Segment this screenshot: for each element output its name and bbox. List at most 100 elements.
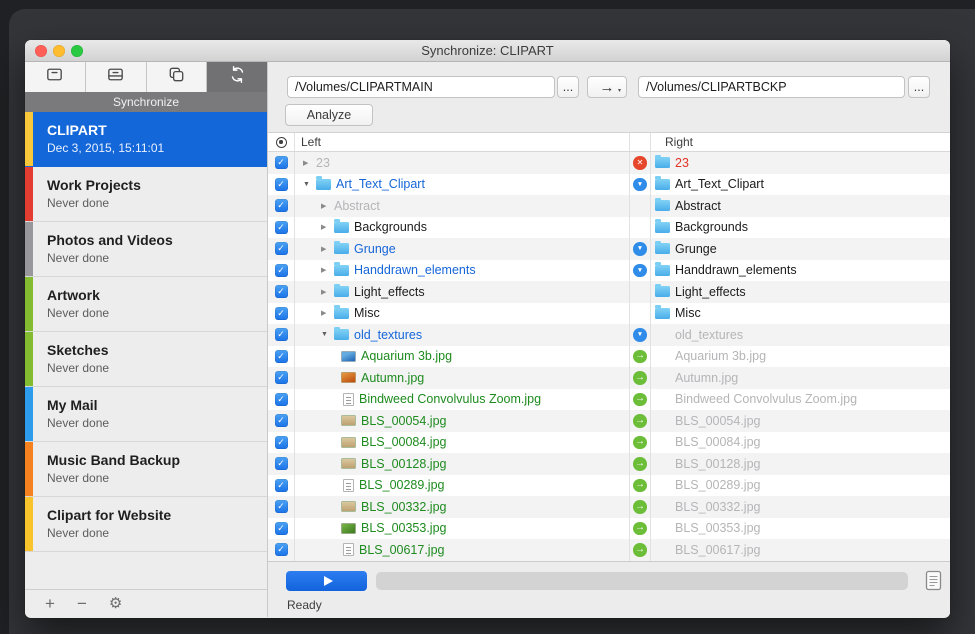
file-row[interactable]: ✓▶AbstractAbstract xyxy=(268,195,950,217)
file-row[interactable]: ✓▼Art_Text_Clipart▼Art_Text_Clipart xyxy=(268,174,950,196)
sync-action-delete-icon[interactable]: ✕ xyxy=(633,156,647,170)
select-all-icon[interactable] xyxy=(276,137,287,148)
disclosure-triangle-icon[interactable]: ▶ xyxy=(321,202,334,210)
disclosure-triangle-icon[interactable]: ▶ xyxy=(321,266,334,274)
file-row[interactable]: ✓▶BackgroundsBackgrounds xyxy=(268,217,950,239)
row-checkbox[interactable]: ✓ xyxy=(275,199,288,212)
sync-action-copy-icon[interactable]: → xyxy=(633,393,647,407)
row-checkbox[interactable]: ✓ xyxy=(275,500,288,513)
row-checkbox[interactable]: ✓ xyxy=(275,522,288,535)
folder-icon xyxy=(334,243,349,254)
path-toolbar: ... → ▾ ... Analyze xyxy=(268,62,950,133)
task-status: Never done xyxy=(47,251,173,265)
mode-tab-synchronize[interactable] xyxy=(207,62,267,92)
task-item[interactable]: Music Band BackupNever done xyxy=(25,442,267,497)
browse-right-button[interactable]: ... xyxy=(908,76,930,98)
mode-tab-backup[interactable] xyxy=(25,62,86,92)
sync-action-copy-icon[interactable]: → xyxy=(633,350,647,364)
row-checkbox[interactable]: ✓ xyxy=(275,264,288,277)
disclosure-triangle-icon[interactable]: ▶ xyxy=(321,288,334,296)
sync-direction-button[interactable]: → ▾ xyxy=(587,76,627,98)
file-row[interactable]: ✓BLS_00084.jpg→BLS_00084.jpg xyxy=(268,432,950,454)
sync-action-down-icon[interactable]: ▼ xyxy=(633,264,647,278)
file-row[interactable]: ✓BLS_00617.jpg→BLS_00617.jpg xyxy=(268,539,950,561)
row-checkbox[interactable]: ✓ xyxy=(275,457,288,470)
left-item-name: Art_Text_Clipart xyxy=(336,177,425,191)
right-item-name: Light_effects xyxy=(675,285,746,299)
sync-action-copy-icon[interactable]: → xyxy=(633,436,647,450)
right-path-input[interactable] xyxy=(638,76,905,98)
sync-action-copy-icon[interactable]: → xyxy=(633,479,647,493)
row-checkbox[interactable]: ✓ xyxy=(275,328,288,341)
sidebar-filler xyxy=(25,552,267,589)
file-row[interactable]: ✓BLS_00054.jpg→BLS_00054.jpg xyxy=(268,410,950,432)
row-checkbox[interactable]: ✓ xyxy=(275,156,288,169)
file-row[interactable]: ✓BLS_00128.jpg→BLS_00128.jpg xyxy=(268,453,950,475)
analyze-button[interactable]: Analyze xyxy=(285,104,373,126)
mode-tab-clone[interactable] xyxy=(147,62,208,92)
sync-action-down-icon[interactable]: ▼ xyxy=(633,328,647,342)
disclosure-triangle-icon[interactable]: ▼ xyxy=(303,181,316,188)
row-checkbox[interactable]: ✓ xyxy=(275,414,288,427)
disclosure-triangle-icon[interactable]: ▼ xyxy=(321,331,334,338)
sync-action-down-icon[interactable]: ▼ xyxy=(633,178,647,192)
task-item[interactable]: SketchesNever done xyxy=(25,332,267,387)
log-button[interactable] xyxy=(922,569,944,593)
row-checkbox[interactable]: ✓ xyxy=(275,543,288,556)
task-color-stripe xyxy=(25,442,33,496)
file-row[interactable]: ✓Aquarium 3b.jpg→Aquarium 3b.jpg xyxy=(268,346,950,368)
row-checkbox[interactable]: ✓ xyxy=(275,393,288,406)
file-row[interactable]: ✓▶Light_effectsLight_effects xyxy=(268,281,950,303)
close-button[interactable] xyxy=(35,45,47,57)
zoom-button[interactable] xyxy=(71,45,83,57)
sync-action-copy-icon[interactable]: → xyxy=(633,522,647,536)
disclosure-triangle-icon[interactable]: ▶ xyxy=(303,159,316,167)
row-checkbox[interactable]: ✓ xyxy=(275,285,288,298)
mode-tab-archive[interactable] xyxy=(86,62,147,92)
row-checkbox[interactable]: ✓ xyxy=(275,307,288,320)
task-item[interactable]: My MailNever done xyxy=(25,387,267,442)
file-row[interactable]: ✓Bindweed Convolvulus Zoom.jpg→Bindweed … xyxy=(268,389,950,411)
task-item[interactable]: ArtworkNever done xyxy=(25,277,267,332)
disclosure-triangle-icon[interactable]: ▶ xyxy=(321,245,334,253)
minimize-button[interactable] xyxy=(53,45,65,57)
file-row[interactable]: ✓BLS_00332.jpg→BLS_00332.jpg xyxy=(268,496,950,518)
file-row[interactable]: ✓▶23✕23 xyxy=(268,152,950,174)
row-checkbox[interactable]: ✓ xyxy=(275,242,288,255)
sync-action-copy-icon[interactable]: → xyxy=(633,457,647,471)
file-row[interactable]: ✓▶Grunge▼Grunge xyxy=(268,238,950,260)
task-item[interactable]: CLIPARTDec 3, 2015, 15:11:01 xyxy=(25,112,267,167)
task-item[interactable]: Clipart for WebsiteNever done xyxy=(25,497,267,552)
remove-task-button[interactable]: − xyxy=(77,595,87,612)
sync-action-down-icon[interactable]: ▼ xyxy=(633,242,647,256)
row-checkbox[interactable]: ✓ xyxy=(275,350,288,363)
disclosure-triangle-icon[interactable]: ▶ xyxy=(321,309,334,317)
task-item[interactable]: Work ProjectsNever done xyxy=(25,167,267,222)
sync-action-copy-icon[interactable]: → xyxy=(633,543,647,557)
status-glyph: ▼ xyxy=(637,181,643,188)
file-row[interactable]: ✓▶Handdrawn_elements▼Handdrawn_elements xyxy=(268,260,950,282)
add-task-button[interactable]: + xyxy=(45,595,55,612)
row-checkbox[interactable]: ✓ xyxy=(275,479,288,492)
disclosure-triangle-icon[interactable]: ▶ xyxy=(321,223,334,231)
sync-action-copy-icon[interactable]: → xyxy=(633,414,647,428)
row-checkbox[interactable]: ✓ xyxy=(275,221,288,234)
row-checkbox[interactable]: ✓ xyxy=(275,436,288,449)
right-item-name: BLS_00617.jpg xyxy=(675,543,761,557)
file-row[interactable]: ✓▶MiscMisc xyxy=(268,303,950,325)
run-sync-button[interactable] xyxy=(286,571,367,591)
sync-action-copy-icon[interactable]: → xyxy=(633,371,647,385)
gear-icon[interactable]: ⚙ xyxy=(109,596,122,611)
row-checkbox[interactable]: ✓ xyxy=(275,371,288,384)
left-item-name: Abstract xyxy=(334,199,380,213)
file-row[interactable]: ✓BLS_00353.jpg→BLS_00353.jpg xyxy=(268,518,950,540)
file-row[interactable]: ✓Autumn.jpg→Autumn.jpg xyxy=(268,367,950,389)
left-path-input[interactable] xyxy=(287,76,555,98)
status-text: Ready xyxy=(287,598,322,612)
sync-action-copy-icon[interactable]: → xyxy=(633,500,647,514)
row-checkbox[interactable]: ✓ xyxy=(275,178,288,191)
browse-left-button[interactable]: ... xyxy=(557,76,579,98)
file-row[interactable]: ✓BLS_00289.jpg→BLS_00289.jpg xyxy=(268,475,950,497)
task-item[interactable]: Photos and VideosNever done xyxy=(25,222,267,277)
file-row[interactable]: ✓▼old_textures▼old_textures xyxy=(268,324,950,346)
